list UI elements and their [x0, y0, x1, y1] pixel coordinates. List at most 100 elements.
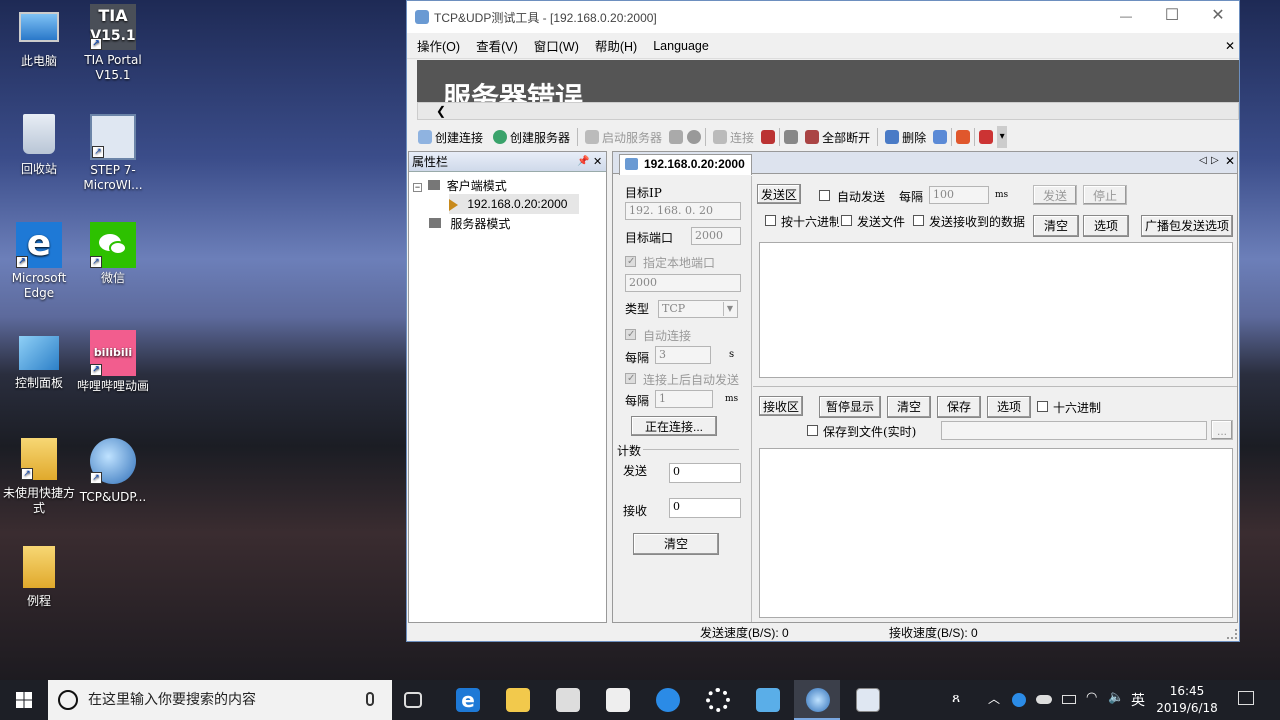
- record-icon[interactable]: [956, 130, 971, 144]
- send-count-input[interactable]: 0: [669, 463, 741, 483]
- recv-options-button[interactable]: 选项: [987, 396, 1031, 418]
- send-received-checkbox[interactable]: [913, 215, 924, 226]
- target-ip-input[interactable]: 192. 168. 0. 20: [625, 202, 741, 220]
- close-button[interactable]: ✕: [1195, 1, 1241, 33]
- microphone-icon[interactable]: [366, 692, 374, 706]
- desktop-icon-tia-portal[interactable]: TIA V15.1 ↗ TIA Portal V15.1: [74, 4, 152, 83]
- recv-count-input[interactable]: 0: [669, 498, 741, 518]
- disconnect-icon[interactable]: [761, 130, 776, 144]
- recv-clear-button[interactable]: 清空: [887, 396, 931, 418]
- notification-icon[interactable]: [1238, 691, 1254, 705]
- taskbar-search-box[interactable]: 在这里输入你要搜索的内容: [48, 680, 392, 720]
- pause-display-button[interactable]: 暂停显示: [819, 396, 881, 418]
- recv-save-button[interactable]: 保存: [937, 396, 981, 418]
- recv-hex-checkbox[interactable]: [1037, 401, 1048, 412]
- collapse-icon[interactable]: −: [413, 183, 422, 192]
- file-explorer-icon[interactable]: [506, 688, 530, 712]
- save-to-file-checkbox[interactable]: [807, 425, 818, 436]
- send-clear-button[interactable]: 清空: [1033, 215, 1079, 237]
- app-window-taskbar-icon[interactable]: [856, 688, 880, 712]
- send-file-checkbox[interactable]: [841, 215, 852, 226]
- banner-scrollbar[interactable]: ❮: [417, 102, 1239, 120]
- send-text-area[interactable]: [759, 242, 1233, 378]
- broadcast-options-button[interactable]: 广播包发送选项: [1141, 215, 1233, 237]
- volume-icon[interactable]: 🔈: [1108, 690, 1124, 705]
- desktop-icon-bilibili[interactable]: bilibili ↗ 哔哩哔哩动画: [74, 330, 152, 394]
- resize-grip-icon[interactable]: [1227, 629, 1237, 639]
- onedrive-icon[interactable]: [1036, 695, 1052, 704]
- desktop-icon-control-panel[interactable]: 控制面板: [0, 330, 78, 391]
- properties-close-button[interactable]: ✕: [593, 155, 602, 168]
- reconnect-interval-input[interactable]: 3: [655, 346, 711, 364]
- connect-button[interactable]: 连接: [710, 129, 757, 146]
- send-button[interactable]: 发送: [1033, 185, 1077, 205]
- tab-connection[interactable]: 192.168.0.20:2000: [619, 154, 752, 175]
- send-interval-input[interactable]: 1: [655, 390, 713, 408]
- scroll-left-icon[interactable]: ❮: [436, 103, 446, 119]
- type-select[interactable]: TCP ▼: [658, 300, 738, 318]
- pin-icon[interactable]: 📌: [577, 156, 589, 167]
- local-port-checkbox[interactable]: [625, 256, 636, 267]
- browser-icon[interactable]: [656, 688, 680, 712]
- tree-node-server[interactable]: 服务器模式: [429, 214, 510, 234]
- desktop-icon-unused-shortcuts[interactable]: ↗ 未使用快捷方式: [0, 438, 78, 516]
- desktop-icon-edge[interactable]: e ↗ Microsoft Edge: [0, 222, 78, 301]
- chevron-up-icon[interactable]: ︿: [988, 690, 1000, 707]
- title-bar[interactable]: TCP&UDP测试工具 - [192.168.0.20:2000] — ☐ ✕: [407, 1, 1239, 33]
- start-button[interactable]: [0, 680, 48, 720]
- ime-indicator[interactable]: 英: [1131, 690, 1145, 710]
- tree-node-connection[interactable]: 192.168.0.20:2000: [449, 194, 579, 214]
- auto-send-on-connect-checkbox[interactable]: [625, 373, 636, 384]
- settings-icon[interactable]: [933, 130, 948, 144]
- create-server-button[interactable]: 创建服务器: [490, 129, 573, 146]
- minimize-button[interactable]: —: [1103, 1, 1149, 33]
- target-port-input[interactable]: 2000: [691, 227, 741, 245]
- disconnect-all-button[interactable]: 全部断开: [802, 129, 873, 146]
- close-circle-icon[interactable]: [687, 130, 702, 144]
- tcp-udp-taskbar-icon[interactable]: [806, 688, 830, 712]
- desktop-icon-wechat[interactable]: ↗ 微信: [74, 222, 152, 286]
- menu-view[interactable]: 查看(V): [476, 36, 518, 55]
- wifi-icon[interactable]: ◠: [1086, 690, 1097, 705]
- send-options-button[interactable]: 选项: [1083, 215, 1129, 237]
- recv-text-area[interactable]: [759, 448, 1233, 618]
- people-icon[interactable]: ጸ: [952, 690, 960, 706]
- tab-next-icon[interactable]: ▷: [1211, 155, 1219, 166]
- stop-button[interactable]: 停止: [1083, 185, 1127, 205]
- start-server-button[interactable]: 启动服务器: [582, 129, 665, 146]
- network-icon[interactable]: [784, 130, 799, 144]
- auto-send-interval-input[interactable]: 100: [929, 186, 989, 204]
- clear-count-button[interactable]: 清空: [633, 533, 719, 555]
- cloud-icon[interactable]: [1012, 693, 1026, 707]
- desktop-icon-computer[interactable]: 此电脑: [0, 8, 78, 69]
- maximize-button[interactable]: ☐: [1149, 1, 1195, 33]
- menu-window[interactable]: 窗口(W): [534, 36, 579, 55]
- menu-language[interactable]: Language: [653, 39, 709, 53]
- desktop-icon-recycle-bin[interactable]: 回收站: [0, 114, 78, 177]
- connecting-button[interactable]: 正在连接...: [631, 416, 717, 436]
- desktop-icon-step7[interactable]: ↗ STEP 7-MicroWI...: [74, 114, 152, 193]
- toolbar-overflow-button[interactable]: ▾: [997, 126, 1008, 148]
- desktop-icon-examples[interactable]: 例程: [0, 546, 78, 609]
- auto-send-checkbox[interactable]: [819, 190, 830, 201]
- create-connection-button[interactable]: 创建连接: [415, 129, 486, 146]
- auto-connect-checkbox[interactable]: [625, 329, 636, 340]
- local-port-input[interactable]: 2000: [625, 274, 741, 292]
- menu-operation[interactable]: 操作(O): [417, 36, 460, 55]
- send-hex-checkbox[interactable]: [765, 215, 776, 226]
- save-file-path-input[interactable]: [941, 421, 1207, 440]
- plug-icon[interactable]: [979, 130, 994, 144]
- edge-taskbar-icon[interactable]: e: [456, 688, 480, 712]
- menu-close-button[interactable]: ✕: [1225, 39, 1235, 53]
- store-icon[interactable]: [556, 688, 580, 712]
- browse-button[interactable]: ...: [1211, 420, 1233, 440]
- stop-server-icon[interactable]: [669, 130, 684, 144]
- tree-node-client[interactable]: − 客户端模式: [413, 176, 507, 196]
- desktop-icon-tcp-udp[interactable]: ↗ TCP&UDP...: [74, 438, 152, 505]
- tab-prev-icon[interactable]: ◁: [1199, 155, 1207, 166]
- mail-icon[interactable]: [606, 688, 630, 712]
- tab-close-icon[interactable]: ✕: [1225, 154, 1235, 168]
- settings-gear-icon[interactable]: [706, 688, 730, 712]
- clock[interactable]: 16:45 2019/6/18: [1154, 683, 1220, 717]
- task-view-icon[interactable]: [404, 692, 422, 708]
